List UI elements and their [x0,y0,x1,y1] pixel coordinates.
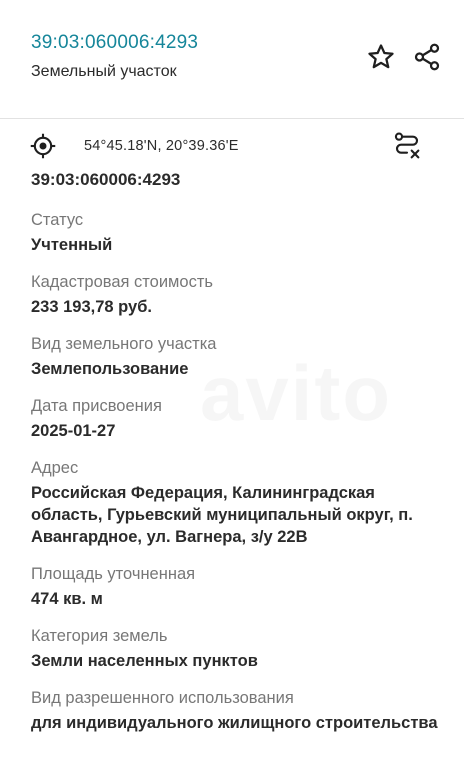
route-clear-icon [394,132,420,159]
cadastral-number-value: 39:03:060006:4293 [31,170,181,189]
field-value: 233 193,78 руб. [31,298,152,316]
crosshair-target-icon [30,133,56,159]
header-divider [0,118,464,119]
details-list: 39:03:060006:4293 Статус Учтенный Кадаст… [31,168,451,734]
star-outline-icon [368,44,394,69]
field-label: Категория земель [31,627,168,645]
field-label: Адрес [31,459,79,477]
coordinates-text[interactable]: 54°45.18'N, 20°39.36'E [84,138,239,154]
coordinates-bar: 54°45.18'N, 20°39.36'E [0,125,464,169]
field-area: Площадь уточненная 474 кв. м [31,563,451,610]
field-value: Земли населенных пунктов [31,652,258,670]
field-label: Площадь уточненная [31,565,196,583]
field-label: Вид разрешенного использования [31,689,294,707]
field-status: Статус Учтенный [31,209,451,256]
field-value: Российская Федерация, Калининградская об… [31,484,413,546]
field-label: Дата присвоения [31,397,162,415]
field-value: Землепользование [31,360,189,378]
field-cadastral-cost: Кадастровая стоимость 233 193,78 руб. [31,271,451,318]
field-label: Вид земельного участка [31,335,217,353]
field-value: 474 кв. м [31,590,103,608]
field-land-category: Категория земель Земли населенных пункто… [31,625,451,672]
cadastral-number-title[interactable]: 39:03:060006:4293 [31,32,198,54]
field-value: Учтенный [31,236,113,254]
field-permitted-use: Вид разрешенного использования для индив… [31,687,451,734]
object-header: 39:03:060006:4293 Земельный участок [0,0,464,118]
object-type-subtitle: Земельный участок [31,63,177,80]
share-button[interactable] [410,40,444,74]
field-label: Кадастровая стоимость [31,273,213,291]
field-address: Адрес Российская Федерация, Калининградс… [31,457,451,548]
route-button[interactable] [390,129,424,163]
field-label: Статус [31,211,84,229]
locate-button[interactable] [26,129,60,163]
field-value: для индивидуального жилищного строительс… [31,714,438,732]
favorite-button[interactable] [364,40,398,74]
share-icon [414,43,440,71]
field-assignment-date: Дата присвоения 2025-01-27 [31,395,451,442]
field-value: 2025-01-27 [31,422,116,440]
field-land-type: Вид земельного участка Землепользование [31,333,451,380]
